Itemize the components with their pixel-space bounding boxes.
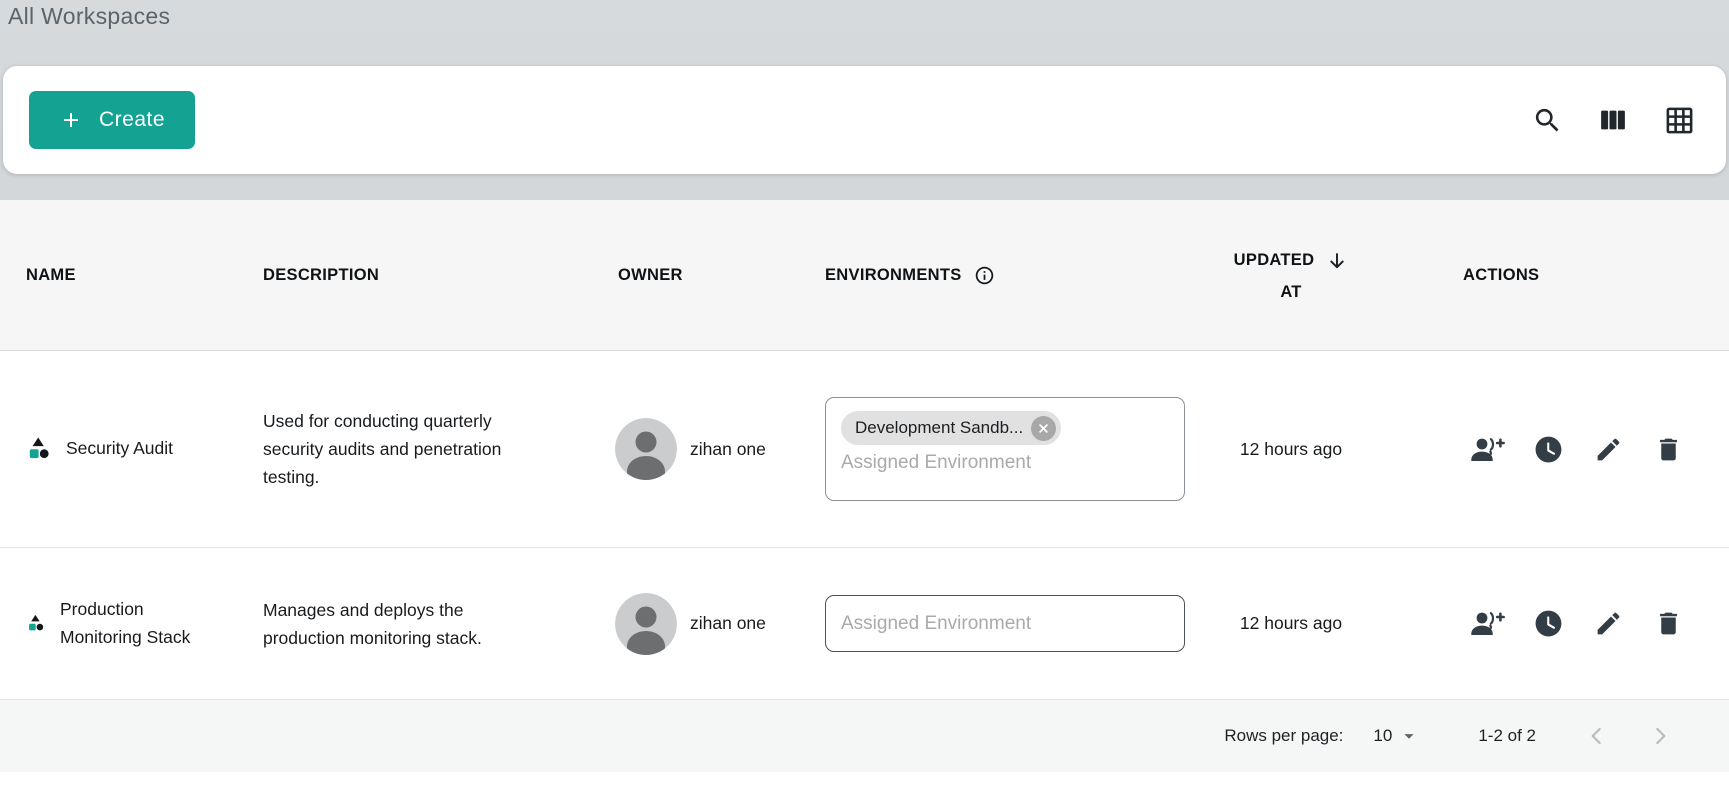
header-environments: ENVIRONMENTS [805, 265, 1185, 286]
header-updated-label-2: AT [1185, 283, 1397, 302]
rows-per-page-select[interactable]: 10 [1373, 725, 1420, 747]
actions-cell [1397, 607, 1729, 641]
history-clock-icon[interactable] [1531, 432, 1565, 466]
workspace-shapes-icon [27, 436, 51, 462]
avatar [615, 418, 677, 480]
plus-icon [59, 108, 83, 132]
header-updated-label: UPDATED [1234, 251, 1315, 270]
header-description: DESCRIPTION [245, 266, 565, 285]
header-name: NAME [0, 266, 245, 285]
workspace-description: Manages and deploys the production monit… [263, 596, 527, 652]
actions-cell [1397, 432, 1729, 466]
edit-pencil-icon[interactable] [1591, 432, 1625, 466]
workspace-name: Production Monitoring Stack [60, 596, 215, 650]
workspace-description-cell: Used for conducting quarterly security a… [245, 407, 565, 491]
assigned-environment-select[interactable]: Assigned Environment [825, 595, 1185, 652]
workspace-description-cell: Manages and deploys the production monit… [245, 596, 565, 652]
next-page-icon[interactable] [1647, 723, 1673, 749]
toolbar: Create [3, 66, 1726, 174]
delete-trash-icon[interactable] [1651, 607, 1685, 641]
grid-view-icon[interactable] [1662, 103, 1696, 137]
header-owner: OWNER [565, 266, 805, 285]
search-icon[interactable] [1530, 103, 1564, 137]
page-title: All Workspaces [8, 3, 170, 30]
create-button[interactable]: Create [29, 91, 195, 149]
toolbar-icons [1530, 103, 1696, 137]
rows-per-page-value: 10 [1373, 726, 1392, 746]
updated-at-cell: 12 hours ago [1185, 439, 1397, 460]
add-user-icon[interactable] [1471, 432, 1505, 466]
dropdown-arrow-icon [1398, 725, 1420, 747]
owner-name: zihan one [690, 613, 766, 634]
rows-per-page-label: Rows per page: [1224, 726, 1343, 746]
workspace-name: Security Audit [66, 435, 173, 462]
previous-page-icon[interactable] [1584, 723, 1610, 749]
workspaces-table: NAME DESCRIPTION OWNER ENVIRONMENTS UPDA… [0, 200, 1729, 786]
chip-remove-button[interactable] [1031, 416, 1056, 441]
environment-chip[interactable]: Development Sandb... [841, 411, 1061, 445]
owner-cell: zihan one [565, 593, 805, 655]
pagination-bar: Rows per page: 10 1-2 of 2 [0, 700, 1729, 772]
environment-chip-label: Development Sandb... [855, 418, 1023, 438]
updated-at-cell: 12 hours ago [1185, 613, 1397, 634]
edit-pencil-icon[interactable] [1591, 607, 1625, 641]
assigned-environment-select[interactable]: Development Sandb... Assigned Environmen… [825, 397, 1185, 501]
delete-trash-icon[interactable] [1651, 432, 1685, 466]
workspace-name-cell: Production Monitoring Stack [0, 596, 245, 650]
environment-placeholder: Assigned Environment [841, 452, 1169, 474]
workspace-name-cell: Security Audit [0, 435, 245, 462]
avatar [615, 593, 677, 655]
header-environments-label: ENVIRONMENTS [825, 266, 962, 285]
header-updated-at[interactable]: UPDATED AT [1185, 249, 1397, 302]
view-columns-icon[interactable] [1596, 103, 1630, 137]
owner-name: zihan one [690, 439, 766, 460]
create-button-label: Create [99, 108, 165, 132]
table-header-row: NAME DESCRIPTION OWNER ENVIRONMENTS UPDA… [0, 200, 1729, 351]
table-row: Production Monitoring Stack Manages and … [0, 548, 1729, 700]
table-row: Security Audit Used for conducting quart… [0, 351, 1729, 548]
owner-cell: zihan one [565, 418, 805, 480]
environment-placeholder: Assigned Environment [841, 613, 1031, 635]
info-icon[interactable] [974, 265, 995, 286]
header-actions: ACTIONS [1397, 266, 1729, 285]
add-user-icon[interactable] [1471, 607, 1505, 641]
workspaces-page: All Workspaces Create NAME DESCRIPTION [0, 0, 1729, 786]
sort-desc-arrow-icon [1326, 249, 1348, 273]
environments-cell: Development Sandb... Assigned Environmen… [805, 397, 1185, 501]
workspace-description: Used for conducting quarterly security a… [263, 407, 527, 491]
history-clock-icon[interactable] [1531, 607, 1565, 641]
pagination-range-label: 1-2 of 2 [1478, 726, 1536, 746]
pagination-nav [1584, 723, 1673, 749]
environments-cell: Assigned Environment [805, 595, 1185, 652]
workspace-shapes-icon [27, 614, 45, 633]
